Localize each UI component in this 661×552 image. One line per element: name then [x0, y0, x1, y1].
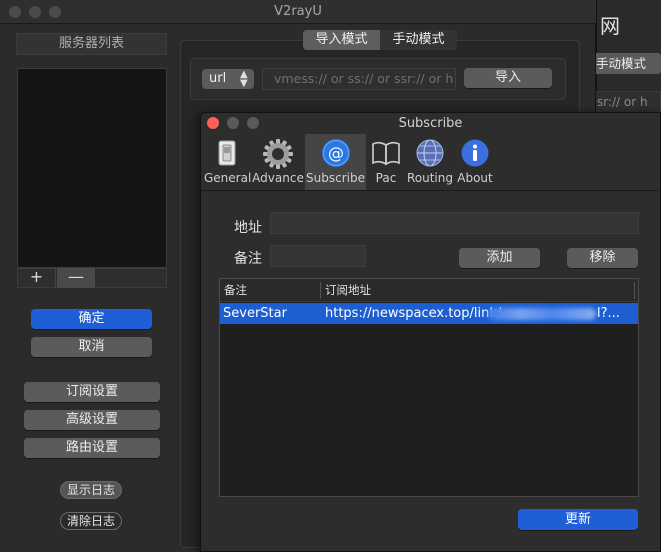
routing-settings-button[interactable]: 路由设置 — [24, 438, 160, 458]
add-server-button[interactable]: + — [18, 268, 56, 288]
toolbar-subscribe[interactable]: @ Subscribe — [305, 134, 366, 190]
update-button[interactable]: 更新 — [518, 509, 638, 530]
import-button[interactable]: 导入 — [464, 68, 552, 88]
tab-manual-mode[interactable]: 手动模式 — [380, 30, 457, 50]
remark-input[interactable] — [270, 245, 366, 267]
column-separator — [634, 282, 635, 299]
switch-icon — [218, 140, 236, 166]
book-icon — [372, 141, 400, 166]
table-cell-remark: SeverStar — [223, 306, 287, 321]
background-manual-mode-tab[interactable]: 手动模式 — [594, 53, 661, 74]
toolbar-routing-label: Routing — [406, 171, 453, 185]
column-header-remark[interactable]: 备注 — [224, 279, 247, 302]
remove-server-button[interactable]: — — [57, 268, 95, 288]
table-header — [220, 279, 638, 302]
svg-text:@: @ — [328, 144, 344, 163]
background-import-input[interactable]: sr:// or h — [594, 91, 661, 113]
column-separator — [320, 282, 321, 299]
at-sign-icon: @ — [321, 139, 350, 167]
add-subscription-button[interactable]: 添加 — [459, 248, 540, 268]
table-cell-url: https://newspacex.top/link/ — [325, 306, 502, 321]
main-window-title: V2rayU — [274, 4, 322, 19]
import-url-input[interactable]: vmess:// or ss:// or ssr:// or h — [262, 68, 456, 90]
toolbar-general[interactable]: General — [204, 134, 252, 190]
toolbar-divider — [200, 190, 661, 191]
mode-segmented-control: 导入模式 手动模式 — [303, 30, 457, 50]
toolbar-advance[interactable]: Advance — [252, 134, 304, 190]
gear-icon — [263, 139, 293, 169]
cancel-button[interactable]: 取消 — [31, 337, 152, 357]
background-window-title: 网 — [600, 14, 620, 38]
show-log-button[interactable]: 显示日志 — [60, 481, 122, 499]
toolbar-about-label: About — [457, 171, 493, 185]
server-list[interactable] — [17, 68, 167, 268]
tab-import-mode[interactable]: 导入模式 — [303, 30, 380, 50]
address-label: 地址 — [234, 220, 262, 236]
clear-log-button[interactable]: 清除日志 — [60, 512, 122, 530]
redacted-url-blur — [488, 308, 596, 320]
remark-label: 备注 — [234, 251, 262, 267]
server-list-title: 服务器列表 — [16, 33, 167, 55]
toolbar-routing[interactable]: Routing — [406, 134, 454, 190]
remove-subscription-button[interactable]: 移除 — [567, 248, 638, 268]
toolbar-pac[interactable]: Pac — [367, 134, 405, 190]
subscribe-window-title: Subscribe — [398, 116, 463, 131]
toolbar-subscribe-label: Subscribe — [306, 171, 365, 185]
toolbar-advance-label: Advance — [252, 171, 304, 185]
toolbar-about[interactable]: About — [455, 134, 495, 190]
toolbar-general-label: General — [204, 171, 252, 185]
confirm-button[interactable]: 确定 — [31, 309, 152, 329]
subscribe-settings-button[interactable]: 订阅设置 — [24, 382, 160, 402]
info-icon — [461, 139, 489, 167]
address-input[interactable] — [270, 212, 639, 234]
globe-icon — [416, 139, 444, 167]
table-cell-url-tail: l?... — [597, 306, 620, 321]
column-header-url[interactable]: 订阅地址 — [325, 279, 371, 302]
toolbar-pac-label: Pac — [375, 171, 397, 185]
chevron-updown-icon: ▲ ▼ — [240, 69, 248, 89]
advance-settings-button[interactable]: 高级设置 — [24, 410, 160, 430]
